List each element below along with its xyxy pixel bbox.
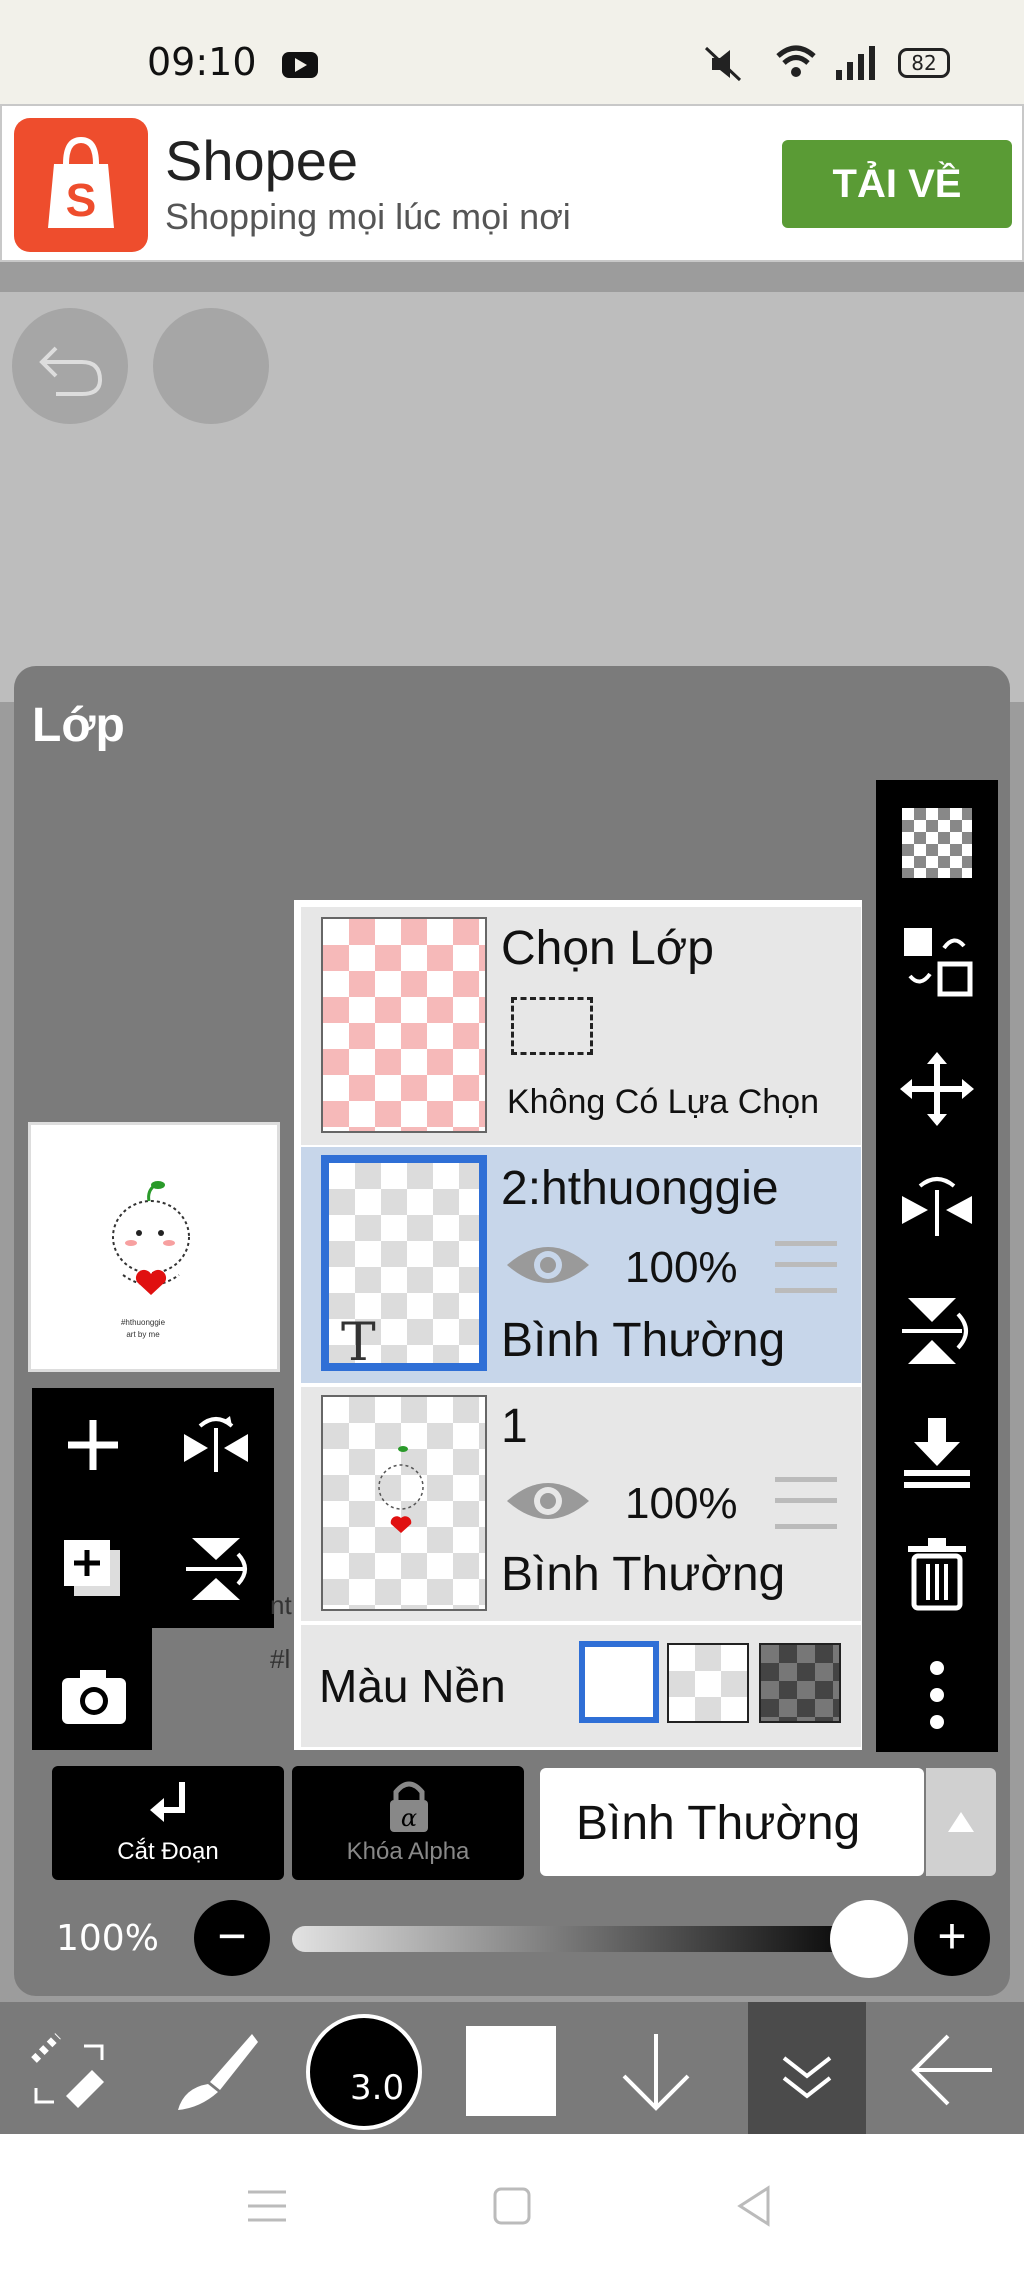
svg-text:S: S — [66, 174, 97, 226]
brush-size-value: 3.0 — [350, 2068, 405, 2108]
layer-blend-mode: Bình Thường — [501, 1548, 786, 1601]
alpha-lock-button[interactable]: α Khóa Alpha — [292, 1766, 524, 1880]
tools-gap — [152, 1628, 274, 1750]
panel-title: Lớp — [32, 699, 125, 752]
blend-mode-dropdown-button[interactable] — [926, 1768, 996, 1876]
trash-icon[interactable] — [898, 1534, 976, 1612]
redo-button[interactable] — [153, 308, 269, 424]
visibility-eye-icon[interactable] — [503, 1469, 593, 1533]
opacity-slider[interactable] — [292, 1926, 872, 1952]
preview-caption-2: art by me — [126, 1330, 160, 1339]
svg-text:α: α — [401, 1804, 417, 1832]
youtube-notification-icon — [282, 52, 318, 78]
flip-horizontal-icon[interactable] — [898, 1170, 976, 1248]
bg-dark-checker-option[interactable] — [759, 1643, 841, 1723]
opacity-increase-button[interactable]: + — [914, 1900, 990, 1976]
wifi-icon — [776, 45, 816, 77]
selection-thumbnail — [321, 917, 487, 1133]
layer-name: 2:hthuonggie — [501, 1162, 779, 1215]
background-color-row: Màu Nền — [301, 1625, 861, 1747]
duplicate-layer-icon[interactable] — [58, 1530, 134, 1606]
home-nav-icon[interactable] — [492, 2186, 532, 2226]
back-arrow-icon[interactable] — [906, 2030, 996, 2110]
clipping-button[interactable]: Cắt Đoạn — [52, 1766, 284, 1880]
alpha-lock-label: Khóa Alpha — [346, 1838, 470, 1865]
clipping-arrow-icon — [150, 1782, 185, 1822]
selection-layer-title: Chọn Lớp — [501, 922, 714, 975]
opacity-decrease-button[interactable]: − — [194, 1900, 270, 1976]
collapse-chevron-icon[interactable] — [772, 2048, 842, 2108]
layer-opacity: 100% — [625, 1243, 738, 1292]
selection-layer-row[interactable]: Chọn Lớp Không Có Lựa Chọn — [301, 907, 861, 1145]
merge-down-icon[interactable] — [898, 1414, 976, 1492]
ad-banner[interactable]: S Shopee Shopping mọi lúc mọi nơi TẢI VỀ — [0, 104, 1024, 262]
clipping-label: Cắt Đoạn — [117, 1838, 219, 1865]
opacity-slider-thumb[interactable] — [830, 1900, 908, 1978]
transparency-icon[interactable] — [902, 808, 972, 878]
artwork-thumbnail: #hthuonggie art by me — [112, 1181, 190, 1339]
signal-icon — [836, 46, 875, 80]
shopee-logo: S — [14, 118, 148, 252]
undo-button[interactable] — [12, 308, 128, 424]
selection-status: Không Có Lựa Chọn — [507, 1083, 819, 1121]
layer-artwork-thumbnail — [378, 1446, 424, 1533]
canvas-preview[interactable]: #hthuonggie art by me — [28, 1122, 280, 1372]
swap-layers-icon[interactable] — [898, 922, 976, 1000]
more-options-icon[interactable] — [898, 1656, 976, 1734]
flip-vertical-icon[interactable] — [898, 1292, 976, 1370]
text-layer-icon: T — [341, 1313, 376, 1373]
layer-thumbnail: T — [321, 1155, 487, 1373]
layers-list: Chọn Lớp Không Có Lựa Chọn T 2:hthuonggi… — [294, 900, 862, 1750]
ad-title: Shopee — [165, 129, 359, 192]
layer-name: 1 — [501, 1400, 528, 1453]
drag-handle-icon[interactable] — [775, 1241, 837, 1293]
status-time: 09:10 — [147, 40, 257, 84]
undo-icon — [39, 346, 103, 396]
flip-horizontal-icon[interactable] — [178, 1410, 254, 1486]
transform-tool-icon[interactable] — [24, 2026, 114, 2116]
arrow-down-icon[interactable] — [616, 2030, 696, 2114]
bg-white-option[interactable] — [579, 1641, 659, 1723]
layer-row[interactable]: 1 100% Bình Thường — [301, 1387, 861, 1621]
bg-transparent-option[interactable] — [667, 1643, 749, 1723]
preview-caption-1: #hthuonggie — [121, 1318, 166, 1327]
layer-row[interactable]: T 2:hthuonggie 100% Bình Thường — [301, 1147, 861, 1383]
opacity-label: 100% — [56, 1918, 159, 1959]
ad-subtitle: Shopping mọi lúc mọi nơi — [165, 196, 571, 237]
menu-nav-icon[interactable] — [246, 2188, 288, 2224]
background-color-label: Màu Nền — [319, 1660, 506, 1712]
right-layer-tools — [876, 780, 998, 1752]
ad-download-button[interactable]: TẢI VỀ — [782, 140, 1012, 228]
blend-mode-value: Bình Thường — [576, 1797, 861, 1850]
add-layer-icon[interactable] — [58, 1410, 128, 1480]
lock-icon: α — [390, 1781, 428, 1832]
drag-handle-icon[interactable] — [775, 1477, 837, 1529]
color-swatch[interactable] — [466, 2026, 556, 2116]
back-nav-icon[interactable] — [734, 2184, 774, 2228]
camera-icon[interactable] — [56, 1658, 132, 1734]
mute-icon — [704, 46, 742, 82]
background-text: #l — [270, 1644, 291, 1674]
layer-thumbnail — [321, 1395, 487, 1611]
battery-icon: 82 — [898, 48, 950, 78]
layer-opacity: 100% — [625, 1479, 738, 1528]
background-text: nt — [270, 1590, 292, 1620]
flip-vertical-icon[interactable] — [178, 1530, 254, 1606]
visibility-eye-icon[interactable] — [503, 1233, 593, 1297]
move-icon[interactable] — [898, 1050, 976, 1128]
layer-blend-mode: Bình Thường — [501, 1314, 786, 1367]
selection-marquee-icon — [511, 997, 593, 1055]
brush-tool-icon[interactable] — [170, 2026, 260, 2116]
shopping-bag-icon: S — [48, 136, 114, 228]
